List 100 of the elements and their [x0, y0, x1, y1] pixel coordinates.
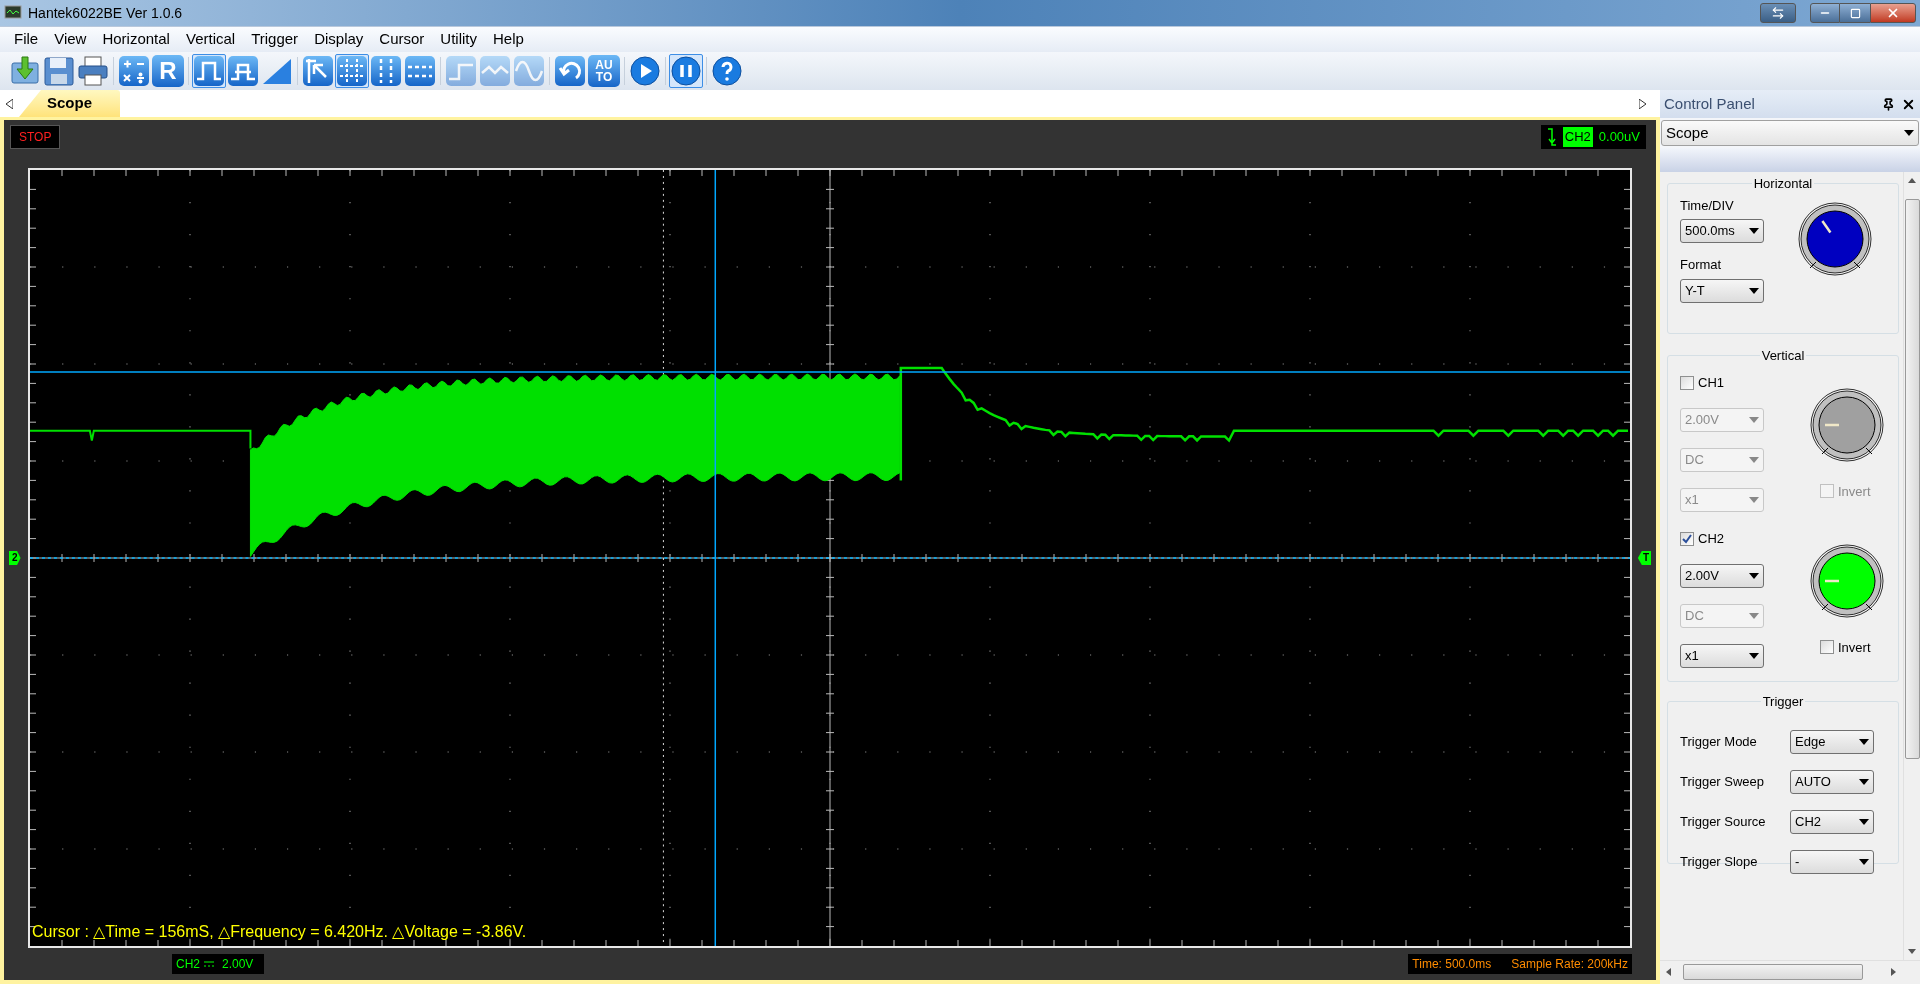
toolbar-button[interactable]	[42, 54, 76, 88]
horizontal-scrollbar[interactable]	[1660, 960, 1920, 982]
group-title: Vertical	[1760, 347, 1806, 365]
toolbar-button[interactable]	[710, 54, 744, 88]
checkbox[interactable]	[1820, 640, 1834, 655]
checkmark-icon	[1682, 533, 1692, 544]
checkbox[interactable]	[1680, 375, 1694, 390]
trigger-channel: CH2	[1562, 127, 1593, 147]
field-label: Trigger Sweep	[1680, 772, 1765, 791]
toolbar-button[interactable]	[335, 54, 369, 88]
double-arrow-icon	[1771, 6, 1785, 20]
dropdown[interactable]: 2.00V	[1680, 563, 1764, 588]
knob-face[interactable]	[1806, 210, 1864, 267]
toolbar-button[interactable]	[403, 54, 437, 88]
caret-icon	[1859, 778, 1869, 785]
restore-layout-button[interactable]	[1760, 3, 1796, 23]
falling-edge-icon	[1546, 127, 1557, 146]
dropdown[interactable]: 500.0ms	[1680, 219, 1764, 243]
sample-rate: Sample Rate: 200kHz	[1511, 956, 1628, 973]
caret-icon	[1749, 612, 1759, 619]
toolbar-button[interactable]	[192, 54, 226, 88]
caret-icon	[1904, 130, 1914, 136]
scroll-down-icon[interactable]	[1908, 949, 1916, 954]
dropdown[interactable]: AUTO	[1790, 769, 1874, 794]
toolbar-button[interactable]	[628, 54, 662, 88]
checkbox[interactable]	[1680, 531, 1694, 546]
checkbox-label: CH1	[1698, 373, 1724, 392]
caret-icon	[1749, 496, 1759, 503]
caret-icon	[1749, 456, 1759, 463]
field-label: Trigger Source	[1680, 812, 1766, 831]
caret-icon	[1859, 738, 1869, 745]
checkbox-label: Invert	[1838, 482, 1871, 501]
wave-icon	[479, 55, 511, 87]
toolbar-button[interactable]	[117, 54, 151, 88]
menu-item[interactable]: Help	[485, 28, 532, 51]
undo-icon	[554, 55, 586, 87]
channel-scale: 2.00V	[222, 956, 254, 973]
field-label: Trigger Slope	[1680, 852, 1758, 871]
scroll-right-icon[interactable]	[1891, 967, 1896, 976]
math-operators-icon	[118, 55, 150, 87]
panel-title: Control Panel	[1664, 93, 1756, 114]
toolbar-button[interactable]: AU TO	[588, 55, 620, 87]
scroll-up-icon[interactable]	[1908, 178, 1916, 183]
knob-face[interactable]	[1818, 396, 1876, 453]
toolbar-button[interactable]	[669, 54, 703, 88]
minimize-button[interactable]	[1810, 3, 1840, 23]
scroll-left-icon[interactable]	[6, 99, 13, 109]
play-icon	[629, 55, 661, 87]
toolbar-button[interactable]	[369, 54, 403, 88]
checkbox-label: CH2	[1698, 529, 1724, 548]
knob-ring[interactable]	[1810, 544, 1884, 617]
caret-icon	[1749, 416, 1759, 423]
menu-item[interactable]: Display	[306, 28, 372, 51]
field-label: Trigger Mode	[1680, 732, 1757, 751]
group-title: Trigger	[1761, 693, 1805, 711]
help-icon	[711, 55, 743, 87]
dropdown[interactable]: x1	[1680, 643, 1764, 668]
close-button[interactable]	[1870, 3, 1916, 23]
vertical-cursors-icon	[370, 55, 402, 87]
maximize-icon	[1849, 7, 1861, 19]
tab[interactable]: Scope	[19, 90, 120, 117]
toolbar-button[interactable]	[553, 54, 587, 88]
scrollbar-thumb[interactable]	[1683, 963, 1863, 980]
caret-icon	[1859, 858, 1869, 865]
menu-item[interactable]: Horizontal	[94, 28, 178, 51]
menu-item[interactable]: Trigger	[243, 28, 307, 51]
square-pulse-icon	[193, 55, 225, 87]
scroll-left-icon[interactable]	[1666, 967, 1671, 976]
dropdown[interactable]: -	[1790, 849, 1874, 874]
toolbar-button[interactable]	[301, 54, 335, 88]
knob-ring[interactable]	[1798, 202, 1872, 275]
dropdown[interactable]: Scope	[1661, 120, 1919, 146]
scrollbar-thumb[interactable]	[1904, 199, 1920, 759]
cursor-line[interactable]	[714, 170, 717, 946]
checkbox-label: Invert	[1838, 638, 1871, 657]
dropdown[interactable]: Y-T	[1680, 278, 1764, 303]
maximize-button[interactable]	[1840, 3, 1870, 23]
toolbar-button[interactable]	[76, 54, 110, 88]
dropdown[interactable]: CH2	[1790, 809, 1874, 834]
caret-icon	[1749, 228, 1759, 234]
toolbar-button[interactable]	[226, 54, 260, 88]
close-icon	[1886, 6, 1900, 20]
menu-item[interactable]: View	[46, 28, 95, 51]
trigger-marker[interactable]: T	[1637, 551, 1651, 565]
scroll-right-icon[interactable]	[1639, 99, 1646, 109]
download-arrow-icon	[9, 55, 41, 87]
channel-marker[interactable]: 2	[9, 551, 21, 565]
vertical-scrollbar[interactable]	[1903, 172, 1920, 960]
menu-item[interactable]: Utility	[432, 28, 485, 51]
knob-face[interactable]	[1818, 552, 1876, 609]
knob-ring[interactable]	[1810, 388, 1884, 461]
pause-icon	[670, 55, 702, 87]
menu-item[interactable]: File	[6, 28, 47, 51]
dropdown[interactable]: Edge	[1790, 729, 1874, 754]
caret-icon	[1749, 287, 1759, 294]
menu-item[interactable]: Vertical	[177, 28, 244, 51]
pin-icon[interactable]	[1882, 97, 1895, 111]
menu-item[interactable]: Cursor	[371, 28, 433, 51]
step-icon	[445, 55, 477, 87]
caret-icon	[1749, 572, 1759, 579]
